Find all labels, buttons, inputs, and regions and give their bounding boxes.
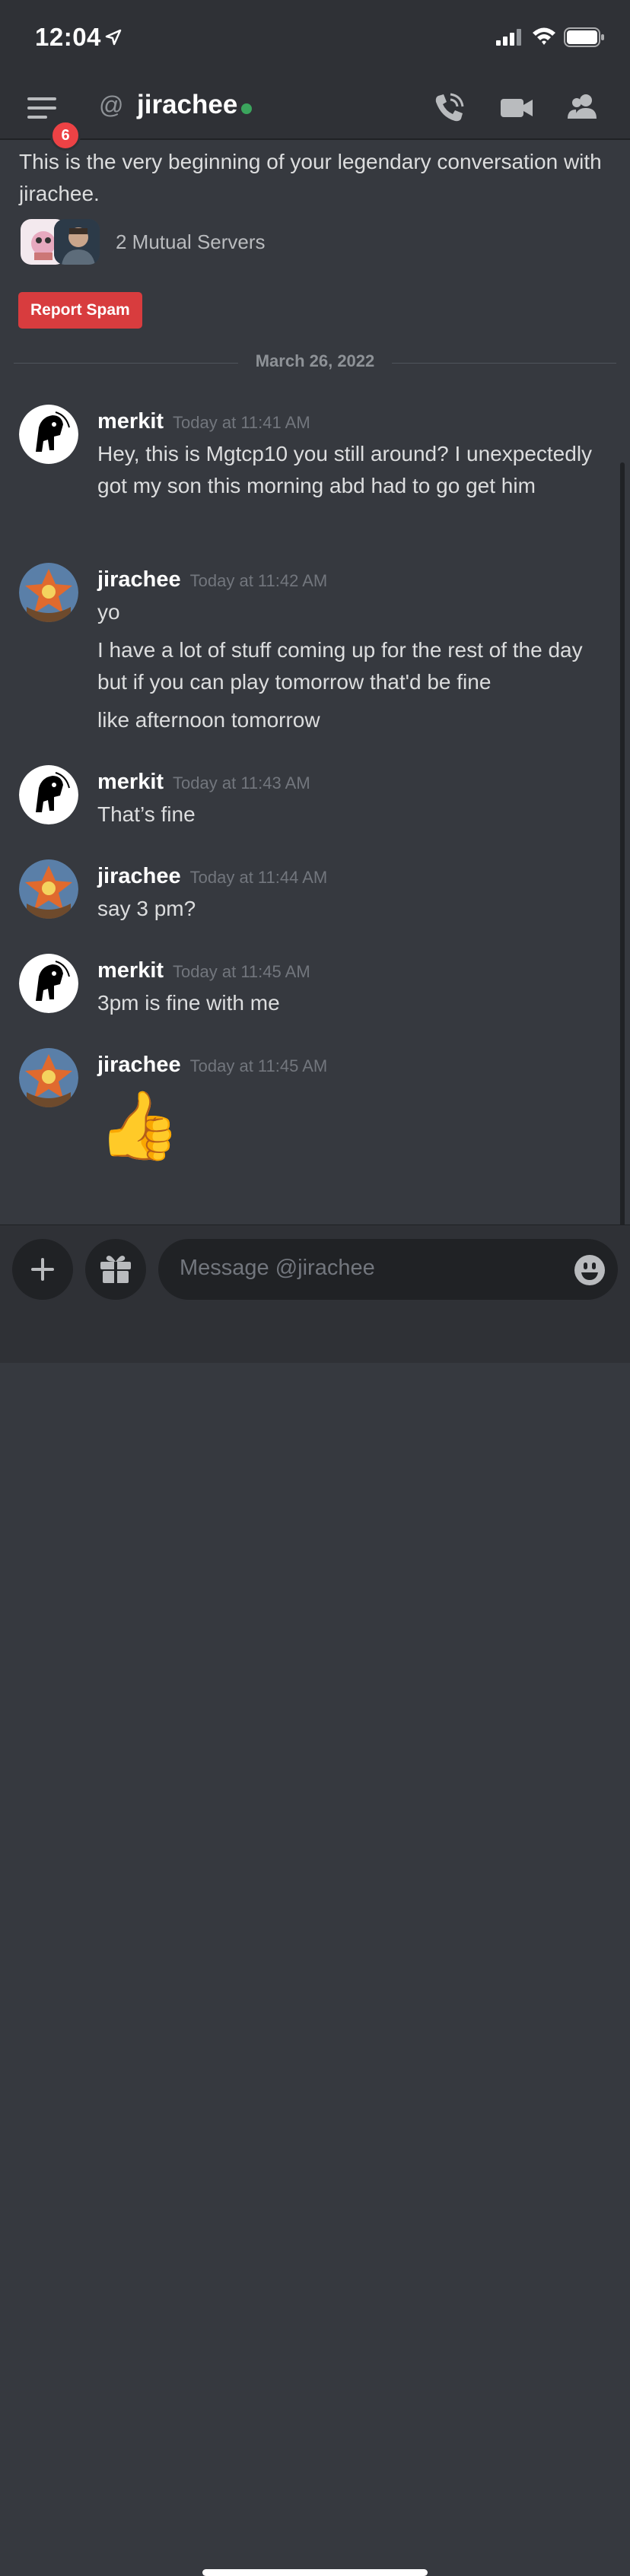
gift-icon [100, 1256, 131, 1283]
scrollbar[interactable] [620, 462, 625, 1224]
hamburger-icon [27, 97, 56, 119]
jirachee-avatar-icon [19, 563, 78, 622]
jirachee-avatar-icon [19, 859, 78, 919]
status-bar: 12:04 [0, 0, 630, 76]
online-status-icon [241, 103, 252, 114]
date-divider: March 26, 2022 [14, 351, 616, 374]
message-author[interactable]: merkit Today at 11:45 AM [97, 958, 310, 983]
message-author[interactable]: merkit Today at 11:41 AM [97, 409, 310, 434]
message-list[interactable]: This is the very beginning of your legen… [0, 140, 630, 1224]
server-icon [54, 219, 100, 265]
phone-call-icon[interactable] [432, 91, 466, 125]
message-timestamp: Today at 11:45 AM [189, 1056, 328, 1075]
message-timestamp: Today at 11:44 AM [189, 868, 328, 887]
smile-emoji-icon[interactable] [574, 1254, 606, 1286]
report-spam-button[interactable]: Report Spam [18, 292, 142, 329]
message-text: Hey, this is Mgtcp10 you still around? I… [97, 442, 593, 497]
avatar[interactable] [19, 405, 78, 464]
message-timestamp: Today at 11:42 AM [189, 571, 328, 590]
attach-button[interactable] [12, 1239, 73, 1300]
mutual-servers-label[interactable]: 2 Mutual Servers [116, 230, 266, 254]
menu-button[interactable]: 6 [27, 94, 81, 151]
avatar[interactable] [19, 954, 78, 1013]
merkit-avatar-icon [19, 405, 78, 464]
message-author[interactable]: jirachee Today at 11:45 AM [97, 1053, 327, 1078]
message-input[interactable]: Message @jirachee [158, 1239, 618, 1300]
message-author[interactable]: jirachee Today at 11:44 AM [97, 864, 327, 889]
message-text: yo [97, 600, 120, 624]
channel-header: 6 @ jirachee [0, 76, 630, 151]
message-author[interactable]: jirachee Today at 11:42 AM [97, 567, 327, 592]
avatar[interactable] [19, 765, 78, 824]
at-icon: @ [99, 91, 124, 119]
channel-name[interactable]: jirachee [137, 90, 237, 120]
signal-icon [496, 29, 521, 46]
video-camera-icon[interactable] [499, 91, 534, 125]
message-text: like afternoon tomorrow [97, 708, 320, 732]
members-icon[interactable] [566, 91, 601, 125]
mutual-server-icons[interactable] [21, 219, 103, 266]
conversation-intro: This is the very beginning of your legen… [19, 150, 602, 205]
avatar[interactable] [19, 859, 78, 919]
message-placeholder: Message @jirachee [180, 1256, 375, 1280]
jirachee-avatar-icon [19, 1048, 78, 1107]
avatar[interactable] [19, 563, 78, 622]
wifi-icon [533, 27, 555, 45]
message-author[interactable]: merkit Today at 11:43 AM [97, 770, 310, 795]
merkit-avatar-icon [19, 765, 78, 824]
thumbs-up-emoji-icon: 👍 [97, 1088, 181, 1163]
message-composer: Message @jirachee [0, 1224, 630, 2576]
plus-icon [31, 1258, 54, 1281]
message-text: I have a lot of stuff coming up for the … [97, 638, 583, 694]
message-text: That’s fine [97, 802, 196, 826]
message-text: 3pm is fine with me [97, 991, 280, 1015]
merkit-avatar-icon [19, 954, 78, 1013]
message-timestamp: Today at 11:41 AM [173, 413, 310, 432]
status-time: 12:04 [35, 23, 101, 51]
message-timestamp: Today at 11:45 AM [173, 962, 310, 981]
location-arrow-icon [105, 29, 122, 46]
date-label: March 26, 2022 [14, 351, 616, 371]
message-text: say 3 pm? [97, 897, 196, 920]
avatar[interactable] [19, 1048, 78, 1107]
message-timestamp: Today at 11:43 AM [173, 773, 310, 792]
battery-icon [564, 27, 604, 47]
gift-button[interactable] [85, 1239, 146, 1300]
home-indicator [202, 2569, 428, 2576]
